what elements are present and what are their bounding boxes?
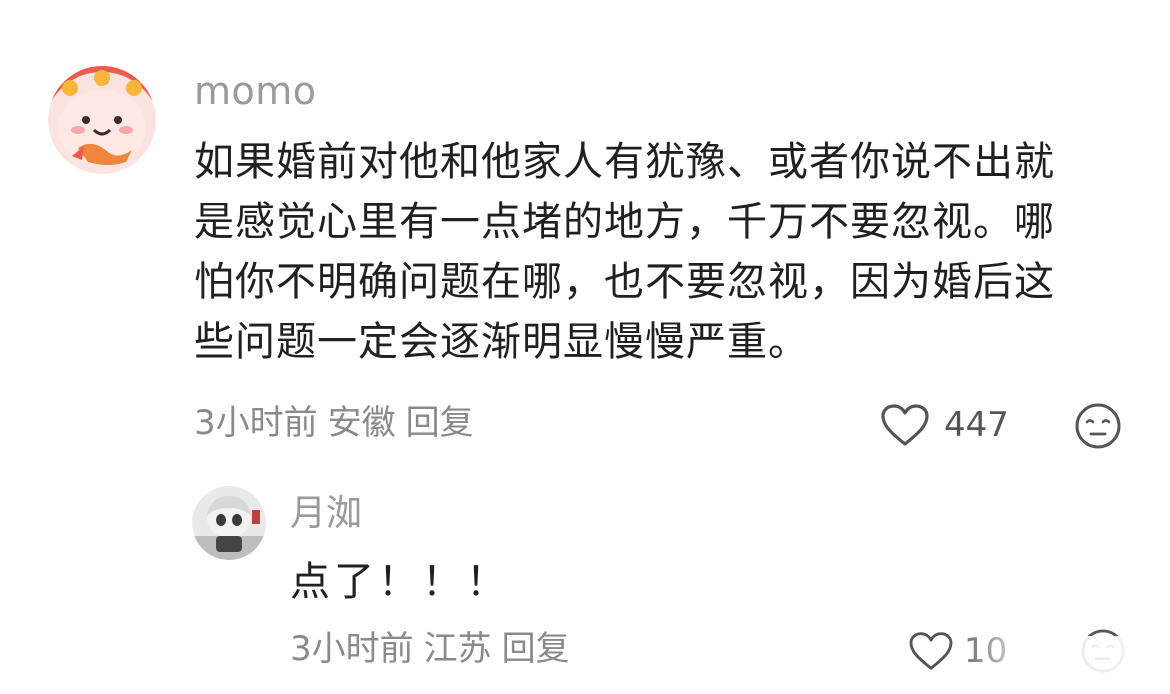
- heart-outline-icon: [909, 632, 953, 670]
- comment-text-line: 怕你不明确问题在哪，也不要忽视，因为婚后这: [194, 259, 1055, 305]
- like-button[interactable]: 447: [880, 400, 1009, 450]
- comment-text-line: 些问题一定会逐渐明显慢慢严重。: [194, 319, 809, 365]
- comment-text-line: 如果婚前对他和他家人有犹豫、或者你说不出就: [194, 139, 1055, 185]
- like-count: 447: [944, 405, 1009, 445]
- like-count: 10: [964, 631, 1008, 671]
- dislike-button[interactable]: [1080, 628, 1126, 674]
- comment-location: 江苏: [423, 629, 492, 669]
- comment-time: 3小时前: [194, 403, 318, 443]
- comment-text: 点了！！！: [290, 559, 510, 605]
- username[interactable]: momo: [194, 66, 317, 116]
- avatar[interactable]: [48, 66, 156, 174]
- avatar[interactable]: [192, 486, 266, 560]
- username[interactable]: 月洳: [290, 490, 362, 538]
- avatar-figure-icon: [192, 486, 266, 560]
- neutral-face-icon: [1075, 403, 1121, 449]
- comment-location: 安徽: [327, 403, 396, 443]
- comment-meta: 3小时前 安徽 回复: [194, 398, 484, 448]
- comment-time: 3小时前: [290, 629, 414, 669]
- reply-button[interactable]: 回复: [502, 629, 570, 669]
- comment-text: 如果婚前对他和他家人有犹豫、或者你说不出就 是感觉心里有一点堵的地方，千万不要忽…: [194, 132, 1114, 372]
- like-button[interactable]: 10: [908, 626, 1007, 676]
- reply-button[interactable]: 回复: [406, 403, 474, 443]
- avatar-cartoon-icon: [48, 66, 156, 174]
- dislike-button[interactable]: [1074, 402, 1122, 450]
- neutral-face-icon: [1081, 629, 1125, 673]
- comment-text-line: 是感觉心里有一点堵的地方，千万不要忽视。哪: [194, 199, 1055, 245]
- comment-meta: 3小时前 江苏 回复: [290, 624, 580, 674]
- heart-outline-icon: [881, 404, 929, 446]
